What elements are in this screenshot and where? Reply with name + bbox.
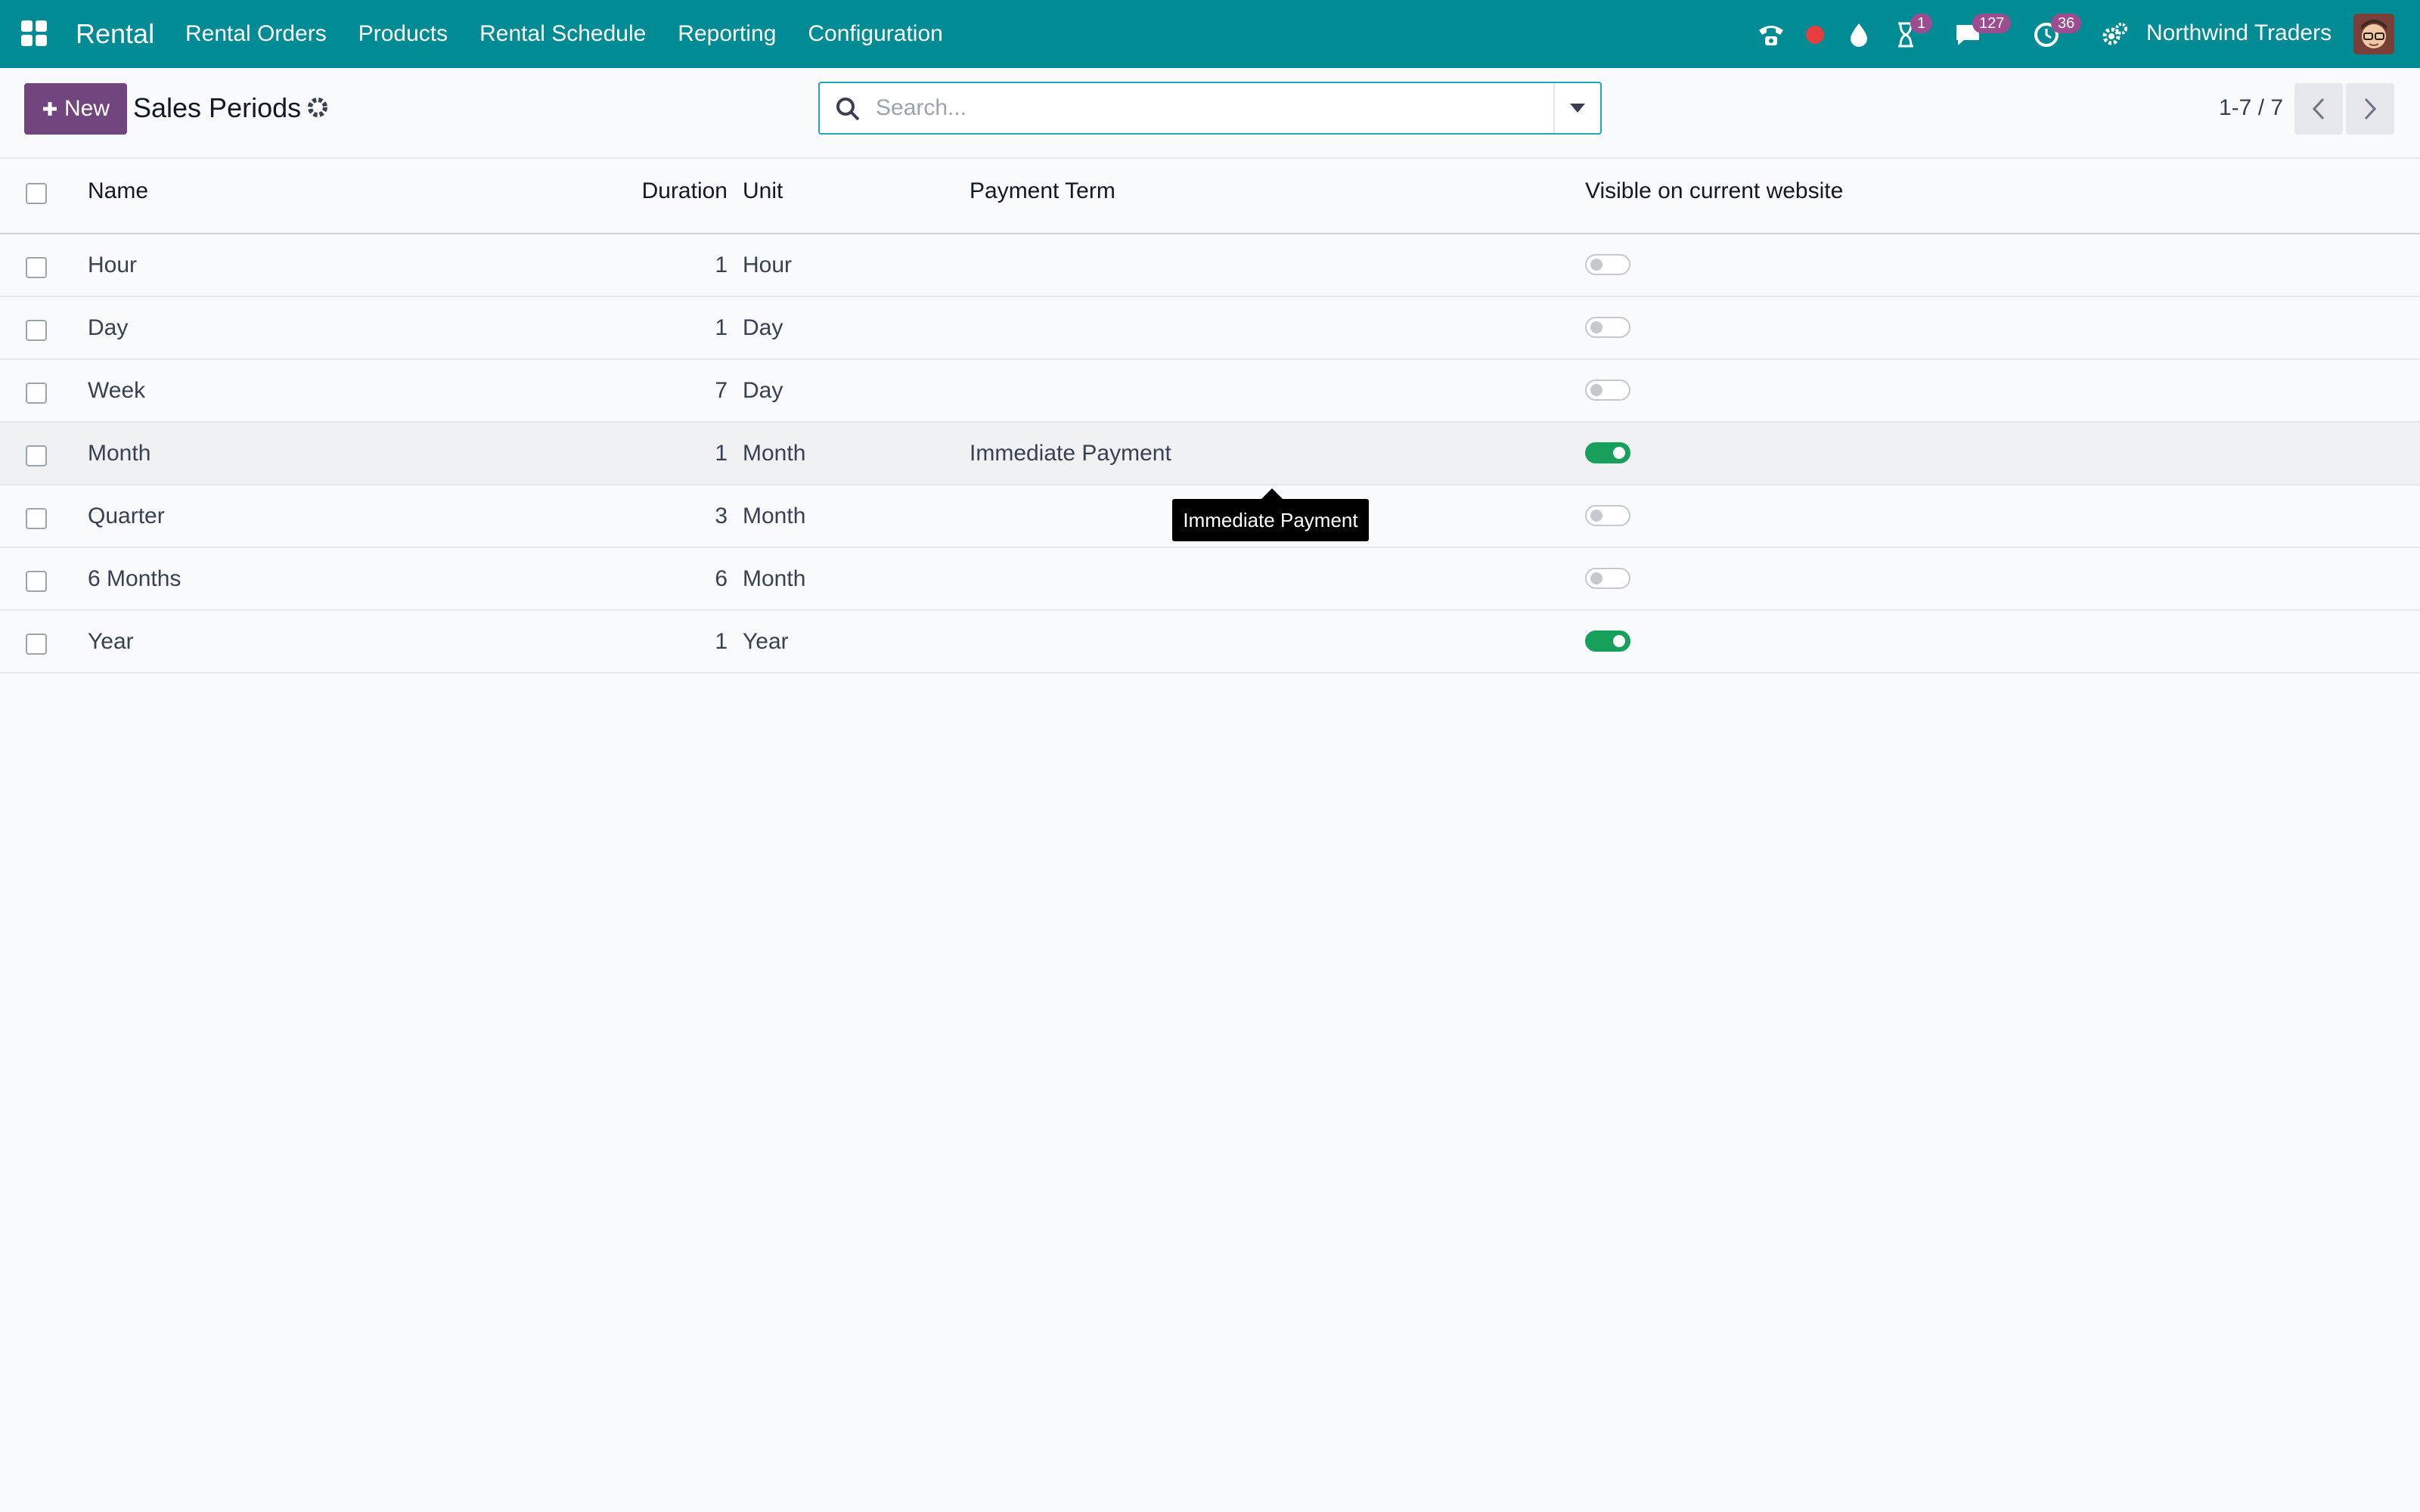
- new-button-label: New: [64, 96, 110, 121]
- cell-duration: 1: [715, 253, 728, 277]
- phone-icon[interactable]: [1756, 20, 1786, 50]
- table-row[interactable]: Week 7 Day: [0, 360, 2420, 423]
- pager-value[interactable]: 1-7 / 7: [2219, 95, 2283, 121]
- hourglass-icon[interactable]: 1: [1891, 14, 1933, 50]
- column-header-payment-term[interactable]: Payment Term: [970, 178, 1115, 204]
- row-checkbox[interactable]: [26, 257, 47, 278]
- cell-unit: Month: [743, 441, 806, 466]
- table-header: Name Duration Unit Payment Term Visible …: [0, 160, 2420, 234]
- visible-toggle[interactable]: [1585, 317, 1630, 338]
- menu-item-reporting[interactable]: Reporting: [678, 21, 776, 47]
- visible-toggle[interactable]: [1585, 505, 1630, 526]
- cell-payment-term[interactable]: Immediate Payment: [970, 441, 1171, 466]
- cell-duration: 1: [715, 441, 728, 466]
- cell-unit: Day: [743, 315, 783, 340]
- visible-toggle[interactable]: [1585, 380, 1630, 401]
- cell-unit: Month: [743, 503, 806, 528]
- search-input[interactable]: [876, 91, 1526, 125]
- pager-previous-button[interactable]: [2294, 83, 2343, 135]
- table-row[interactable]: Hour 1 Hour: [0, 234, 2420, 297]
- chevron-right-icon: [2364, 98, 2377, 120]
- list-table: Name Duration Unit Payment Term Visible …: [0, 160, 2420, 674]
- table-row[interactable]: Year 1 Year: [0, 611, 2420, 674]
- settings-gears-icon[interactable]: [2099, 20, 2130, 50]
- pager-next-button[interactable]: [2346, 83, 2394, 135]
- cell-duration: 6: [715, 566, 728, 591]
- cell-name: Hour: [88, 253, 138, 277]
- gear-icon[interactable]: [306, 95, 330, 119]
- activity-count-badge: 1: [1910, 14, 1933, 33]
- clock-icon[interactable]: 36: [2031, 14, 2082, 50]
- menu-item-rental-schedule[interactable]: Rental Schedule: [479, 21, 646, 47]
- column-header-duration[interactable]: Duration: [620, 178, 728, 204]
- row-checkbox[interactable]: [26, 571, 47, 592]
- cell-duration: 1: [715, 315, 728, 340]
- search-options-toggle[interactable]: [1553, 83, 1600, 133]
- cell-name: Quarter: [88, 503, 165, 528]
- chevron-left-icon: [2312, 98, 2325, 120]
- cell-name: Day: [88, 315, 129, 340]
- chat-icon[interactable]: 127: [1953, 14, 2012, 50]
- table-row[interactable]: Month 1 Month Immediate Payment: [0, 423, 2420, 485]
- cell-name: Month: [88, 441, 151, 466]
- record-dot-icon[interactable]: [1800, 20, 1830, 50]
- search-icon: [835, 96, 861, 122]
- cell-unit: Month: [743, 566, 806, 591]
- main-menu: Rental Orders Products Rental Schedule R…: [185, 21, 975, 47]
- search-box: [818, 82, 1602, 135]
- table-row[interactable]: Day 1 Day: [0, 297, 2420, 360]
- plus-icon: [42, 102, 57, 116]
- visible-toggle[interactable]: [1585, 442, 1630, 463]
- cell-duration: 1: [715, 629, 728, 654]
- visible-toggle[interactable]: [1585, 631, 1630, 652]
- column-header-name[interactable]: Name: [88, 178, 148, 204]
- control-panel: New Sales Periods 1-7 / 7: [0, 68, 2420, 159]
- caret-down-icon: [1570, 104, 1585, 113]
- cell-unit: Hour: [743, 253, 793, 277]
- top-navbar: Rental Rental Orders Products Rental Sch…: [0, 0, 2420, 68]
- menu-item-configuration[interactable]: Configuration: [808, 21, 942, 47]
- cell-duration: 7: [715, 378, 728, 403]
- cell-unit: Year: [743, 629, 789, 654]
- message-count-badge: 127: [1972, 14, 2012, 33]
- company-name[interactable]: Northwind Traders: [2146, 20, 2332, 46]
- row-checkbox[interactable]: [26, 445, 47, 466]
- visible-toggle[interactable]: [1585, 568, 1630, 589]
- app-brand[interactable]: Rental: [76, 18, 154, 50]
- select-all-checkbox[interactable]: [26, 183, 47, 204]
- row-checkbox[interactable]: [26, 320, 47, 341]
- user-avatar[interactable]: [2353, 14, 2394, 54]
- column-header-unit[interactable]: Unit: [743, 178, 783, 204]
- cell-name: Year: [88, 629, 134, 654]
- menu-item-products[interactable]: Products: [358, 21, 448, 47]
- row-checkbox[interactable]: [26, 383, 47, 404]
- new-button[interactable]: New: [24, 83, 127, 135]
- cell-duration: 3: [715, 503, 728, 528]
- visible-toggle[interactable]: [1585, 254, 1630, 275]
- row-checkbox[interactable]: [26, 634, 47, 655]
- cell-name: 6 Months: [88, 566, 182, 591]
- cell-name: Week: [88, 378, 146, 403]
- row-checkbox[interactable]: [26, 508, 47, 529]
- column-header-visible[interactable]: Visible on current website: [1585, 178, 1843, 204]
- payment-term-tooltip: Immediate Payment: [1172, 488, 1369, 541]
- menu-item-rental-orders[interactable]: Rental Orders: [185, 21, 327, 47]
- page-title: Sales Periods: [133, 92, 302, 123]
- timer-count-badge: 36: [2051, 14, 2082, 33]
- droplet-icon[interactable]: [1844, 20, 1874, 50]
- table-row[interactable]: 6 Months 6 Month: [0, 548, 2420, 611]
- cell-unit: Day: [743, 378, 783, 403]
- apps-grid-icon[interactable]: [21, 20, 48, 48]
